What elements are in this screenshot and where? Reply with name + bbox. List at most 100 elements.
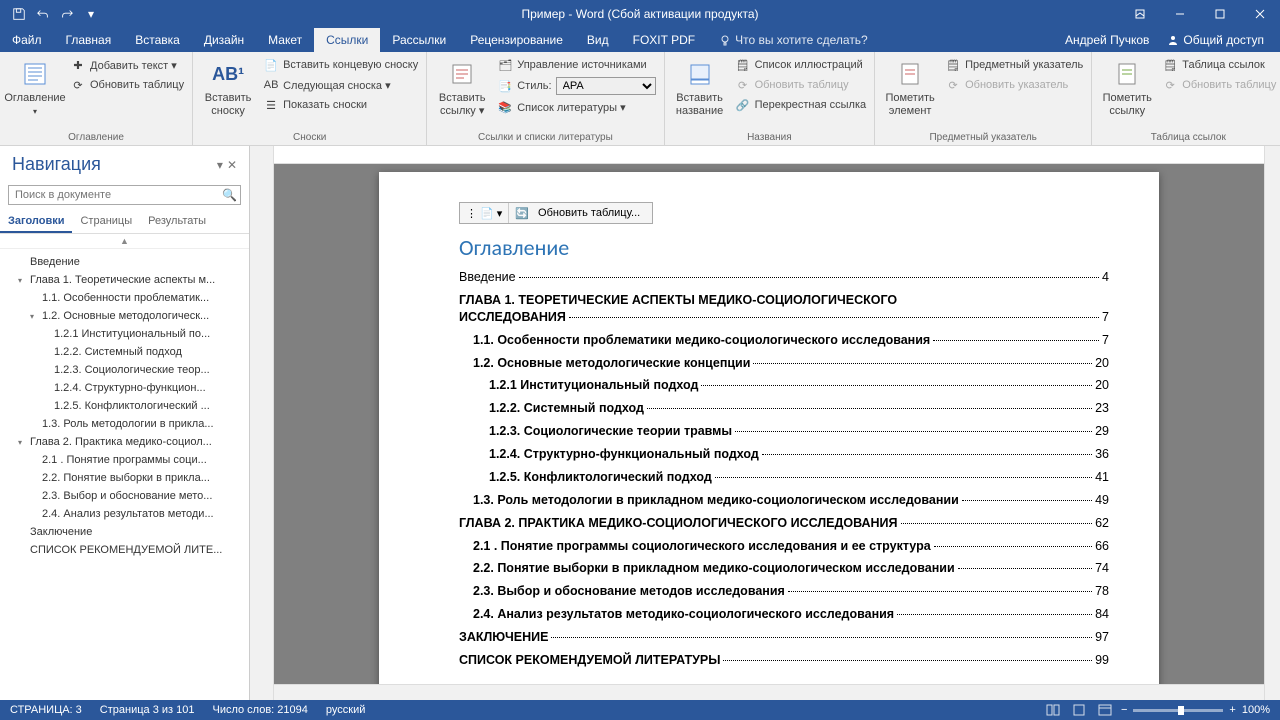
toc-menu-icon[interactable]: ⋮ 📄 ▾ (460, 203, 509, 223)
tab-foxit[interactable]: FOXIT PDF (621, 28, 707, 52)
status-page-of[interactable]: Страница 3 из 101 (100, 704, 195, 716)
user-name[interactable]: Андрей Пучков (1065, 33, 1149, 47)
tree-item[interactable]: ▾1.2. Основные методологическ... (0, 307, 249, 325)
mark-entry-button[interactable]: Пометить элемент (881, 56, 939, 119)
document-page[interactable]: ⋮ 📄 ▾ 🔄 Обновить таблицу... Оглавление В… (379, 172, 1159, 684)
read-mode-icon[interactable] (1043, 702, 1063, 718)
insert-index-button[interactable]: 🗒Предметный указатель (943, 56, 1085, 74)
ribbon-options-icon[interactable] (1120, 0, 1160, 28)
undo-icon[interactable] (32, 3, 54, 25)
update-figures-button[interactable]: ⟳Обновить таблицу (733, 76, 869, 94)
toc-entry[interactable]: 1.2.4. Структурно-функциональный подход3… (459, 446, 1109, 463)
insert-caption-button[interactable]: Вставить название (671, 56, 729, 119)
tree-item[interactable]: 1.2.1 Институциональный по... (0, 325, 249, 343)
status-wordcount[interactable]: Число слов: 21094 (212, 704, 307, 716)
toc-update-button[interactable]: 🔄 Обновить таблицу... (509, 203, 652, 223)
show-notes-button[interactable]: ☰Показать сноски (261, 96, 420, 114)
close-icon[interactable] (1240, 0, 1280, 28)
add-text-button[interactable]: ✚Добавить текст ▾ (68, 56, 186, 74)
manage-sources-button[interactable]: 🗂Управление источниками (495, 56, 657, 74)
zoom-slider[interactable] (1133, 709, 1223, 712)
nav-tab-results[interactable]: Результаты (140, 211, 214, 233)
toc-entry[interactable]: Введение4 (459, 269, 1109, 286)
tree-item[interactable]: 1.1. Особенности проблематик... (0, 289, 249, 307)
toc-entry[interactable]: 1.2. Основные методологические концепции… (459, 355, 1109, 372)
toc-button[interactable]: Оглавление▾ (6, 56, 64, 118)
tree-item[interactable]: СПИСОК РЕКОМЕНДУЕМОЙ ЛИТЕ... (0, 541, 249, 559)
minimize-icon[interactable] (1160, 0, 1200, 28)
share-button[interactable]: Общий доступ (1159, 33, 1272, 47)
tab-review[interactable]: Рецензирование (458, 28, 575, 52)
toc-entry[interactable]: 2.1 . Понятие программы социологического… (459, 538, 1109, 555)
tree-item[interactable]: Заключение (0, 523, 249, 541)
tree-item[interactable]: 1.2.2. Системный подход (0, 343, 249, 361)
print-layout-icon[interactable] (1069, 702, 1089, 718)
update-index-button[interactable]: ⟳Обновить указатель (943, 76, 1085, 94)
insert-citation-button[interactable]: Вставить ссылку ▾ (433, 56, 491, 119)
tree-item[interactable]: ▾Глава 2. Практика медико-социол... (0, 433, 249, 451)
toc-entry[interactable]: 2.4. Анализ результатов методико-социоло… (459, 606, 1109, 623)
vertical-scrollbar[interactable] (1264, 146, 1280, 700)
toc-entry[interactable]: 2.2. Понятие выборки в прикладном медико… (459, 560, 1109, 577)
toc-entry[interactable]: ЗАКЛЮЧЕНИЕ97 (459, 629, 1109, 646)
nav-search-input[interactable] (8, 185, 241, 205)
tree-item[interactable]: 2.2. Понятие выборки в прикла... (0, 469, 249, 487)
nav-close-icon[interactable]: ✕ (227, 158, 237, 172)
bibliography-button[interactable]: 📚Список литературы ▾ (495, 98, 657, 116)
toc-entry[interactable]: ГЛАВА 1. ТЕОРЕТИЧЕСКИЕ АСПЕКТЫ МЕДИКО-СО… (459, 292, 1109, 326)
toc-entry[interactable]: 1.3. Роль методологии в прикладном медик… (459, 492, 1109, 509)
tree-item[interactable]: 1.2.3. Социологические теор... (0, 361, 249, 379)
redo-icon[interactable] (56, 3, 78, 25)
cross-reference-button[interactable]: 🔗Перекрестная ссылка (733, 96, 869, 114)
toc-entry[interactable]: 1.2.3. Социологические теории травмы29 (459, 423, 1109, 440)
tab-mailings[interactable]: Рассылки (380, 28, 458, 52)
zoom-in-icon[interactable]: + (1229, 704, 1235, 716)
tab-layout[interactable]: Макет (256, 28, 314, 52)
tab-design[interactable]: Дизайн (192, 28, 256, 52)
insert-toa-button[interactable]: 🗒Таблица ссылок (1160, 56, 1278, 74)
update-toc-button[interactable]: ⟳Обновить таблицу (68, 76, 186, 94)
insert-footnote-button[interactable]: AB¹ Вставить сноску (199, 56, 257, 119)
nav-tab-headings[interactable]: Заголовки (0, 211, 72, 233)
toc-entry[interactable]: 1.1. Особенности проблематики медико-соц… (459, 332, 1109, 349)
zoom-out-icon[interactable]: − (1121, 704, 1127, 716)
save-icon[interactable] (8, 3, 30, 25)
tab-references[interactable]: Ссылки (314, 28, 380, 52)
insert-endnote-button[interactable]: 📄Вставить концевую сноску (261, 56, 420, 74)
toc-field-toolbar[interactable]: ⋮ 📄 ▾ 🔄 Обновить таблицу... (459, 202, 653, 224)
web-layout-icon[interactable] (1095, 702, 1115, 718)
tree-item[interactable]: 2.1 . Понятие программы соци... (0, 451, 249, 469)
table-of-figures-button[interactable]: 🗒Список иллюстраций (733, 56, 869, 74)
zoom-value[interactable]: 100% (1242, 704, 1270, 716)
tree-item[interactable]: 1.2.4. Структурно-функцион... (0, 379, 249, 397)
tab-home[interactable]: Главная (54, 28, 124, 52)
citation-style-select[interactable]: 📑Стиль:APA (495, 76, 657, 96)
tell-me-search[interactable]: Что вы хотите сделать? (707, 28, 1065, 52)
status-page[interactable]: СТРАНИЦА: 3 (10, 704, 82, 716)
toc-entry[interactable]: СПИСОК РЕКОМЕНДУЕМОЙ ЛИТЕРАТУРЫ99 (459, 652, 1109, 669)
tree-item[interactable]: ▾Глава 1. Теоретические аспекты м... (0, 271, 249, 289)
mark-citation-button[interactable]: Пометить ссылку (1098, 56, 1156, 119)
tab-file[interactable]: Файл (0, 28, 54, 52)
horizontal-ruler[interactable] (274, 146, 1264, 164)
update-toa-button[interactable]: ⟳Обновить таблицу (1160, 76, 1278, 94)
status-language[interactable]: русский (326, 704, 365, 716)
tree-item[interactable]: 1.3. Роль методологии в прикла... (0, 415, 249, 433)
search-icon[interactable]: 🔍 (222, 188, 237, 202)
toc-entry[interactable]: 1.2.2. Системный подход23 (459, 400, 1109, 417)
tree-item[interactable]: 2.3. Выбор и обоснование мето... (0, 487, 249, 505)
toc-entry[interactable]: 2.3. Выбор и обоснование методов исследо… (459, 583, 1109, 600)
style-dropdown[interactable]: APA (556, 77, 656, 95)
nav-collapse-bar[interactable]: ▲ (0, 234, 249, 249)
horizontal-scrollbar[interactable] (274, 684, 1264, 700)
tree-item[interactable]: 2.4. Анализ результатов методи... (0, 505, 249, 523)
toc-entry[interactable]: 1.2.5. Конфликтологический подход41 (459, 469, 1109, 486)
tab-insert[interactable]: Вставка (123, 28, 192, 52)
tab-view[interactable]: Вид (575, 28, 621, 52)
tree-item[interactable]: 1.2.5. Конфликтологический ... (0, 397, 249, 415)
maximize-icon[interactable] (1200, 0, 1240, 28)
toc-entry[interactable]: 1.2.1 Институциональный подход20 (459, 377, 1109, 394)
nav-tab-pages[interactable]: Страницы (72, 211, 140, 233)
nav-dropdown-icon[interactable]: ▾ (217, 158, 223, 172)
tree-item[interactable]: Введение (0, 253, 249, 271)
